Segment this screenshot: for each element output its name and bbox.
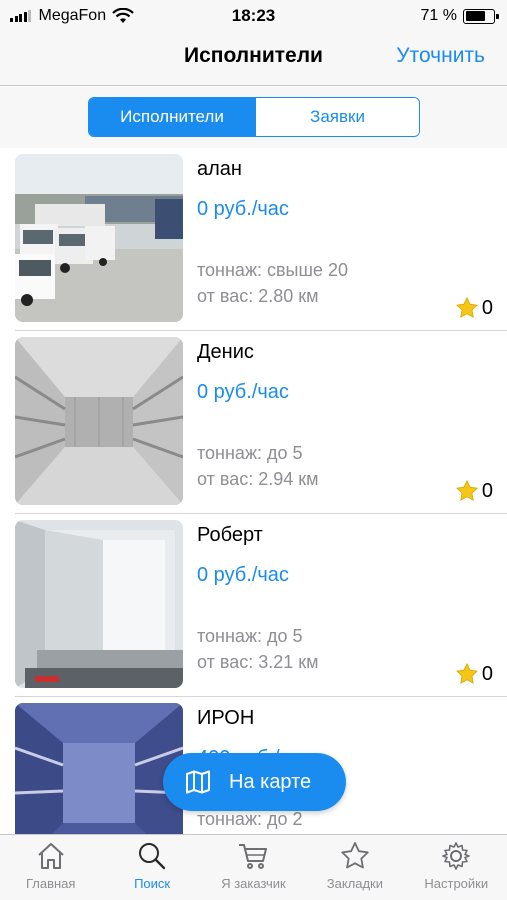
- tab-label: Главная: [25, 876, 76, 891]
- performer-rating: 0: [455, 479, 493, 503]
- performer-price: 0 руб./час: [197, 564, 289, 586]
- tab-label: Поиск: [134, 876, 171, 891]
- tab-customer[interactable]: Я заказчик: [203, 835, 304, 900]
- star-icon: [341, 842, 369, 869]
- tab-bar: Главная Поиск Я заказчик Закладки Настро…: [0, 834, 507, 900]
- performer-price: 0 руб./час: [197, 198, 289, 220]
- tab-home[interactable]: Главная: [0, 835, 101, 900]
- star-icon: [455, 662, 478, 684]
- rating-value: 0: [481, 662, 493, 685]
- performer-card[interactable]: алан 0 руб./час тоннаж: свыше 20 от вас:…: [0, 148, 507, 331]
- blue-cargo-interior-photo: [15, 703, 183, 834]
- tab-label: Закладки: [326, 876, 383, 891]
- performers-list[interactable]: алан 0 руб./час тоннаж: свыше 20 от вас:…: [0, 148, 507, 834]
- performer-rating: 0: [455, 662, 493, 686]
- segment-requests[interactable]: Заявки: [255, 98, 419, 136]
- refine-button[interactable]: Уточнить: [396, 44, 485, 68]
- performer-rating: 0: [455, 296, 493, 320]
- tab-label: Я заказчик: [221, 876, 286, 891]
- performer-price: 0 руб./час: [197, 381, 289, 403]
- performer-card[interactable]: Роберт 0 руб./час тоннаж: до 5 от вас: 3…: [0, 514, 507, 697]
- map-icon: [186, 770, 210, 794]
- home-icon: [38, 843, 64, 869]
- battery-percent: 71 %: [420, 7, 457, 24]
- map-button-label: На карте: [229, 770, 312, 793]
- segment-performers[interactable]: Исполнители: [89, 98, 255, 136]
- star-icon: [455, 479, 478, 501]
- gear-icon: [442, 842, 471, 870]
- performer-name: Денис: [197, 341, 254, 363]
- map-button[interactable]: На карте: [163, 753, 346, 811]
- performer-tonnage: тоннаж: до 5: [197, 626, 303, 646]
- performer-tonnage: тоннаж: до 2: [197, 809, 303, 829]
- tab-bookmarks[interactable]: Закладки: [304, 835, 405, 900]
- performer-card[interactable]: Денис 0 руб./час тоннаж: до 5 от вас: 2.…: [0, 331, 507, 514]
- open-cargo-box-photo: [15, 520, 183, 688]
- nav-bar: Исполнители Уточнить: [0, 32, 507, 86]
- tab-label: Настройки: [424, 876, 489, 891]
- segmented-control: Исполнители Заявки: [88, 97, 420, 137]
- performer-tonnage: тоннаж: свыше 20: [197, 260, 348, 280]
- performer-distance: от вас: 3.21 км: [197, 652, 319, 672]
- performer-name: ИРОН: [197, 707, 255, 729]
- search-icon: [139, 843, 166, 870]
- performer-name: алан: [197, 158, 242, 180]
- rating-value: 0: [481, 479, 493, 502]
- performer-tonnage: тоннаж: до 5: [197, 443, 303, 463]
- battery-icon: [463, 8, 499, 24]
- tab-search[interactable]: Поиск: [101, 835, 202, 900]
- performer-name: Роберт: [197, 524, 263, 546]
- star-icon: [455, 296, 478, 318]
- segment-container: Исполнители Заявки: [0, 87, 507, 148]
- truck-parking-photo: [15, 154, 183, 322]
- performer-distance: от вас: 2.80 км: [197, 286, 319, 306]
- cargo-box-interior-photo: [15, 337, 183, 505]
- tab-settings[interactable]: Настройки: [406, 835, 507, 900]
- rating-value: 0: [481, 296, 493, 319]
- status-bar: MegaFon 18:23 71 %: [0, 0, 507, 32]
- cart-icon: [239, 844, 268, 869]
- performer-distance: от вас: 2.94 км: [197, 469, 319, 489]
